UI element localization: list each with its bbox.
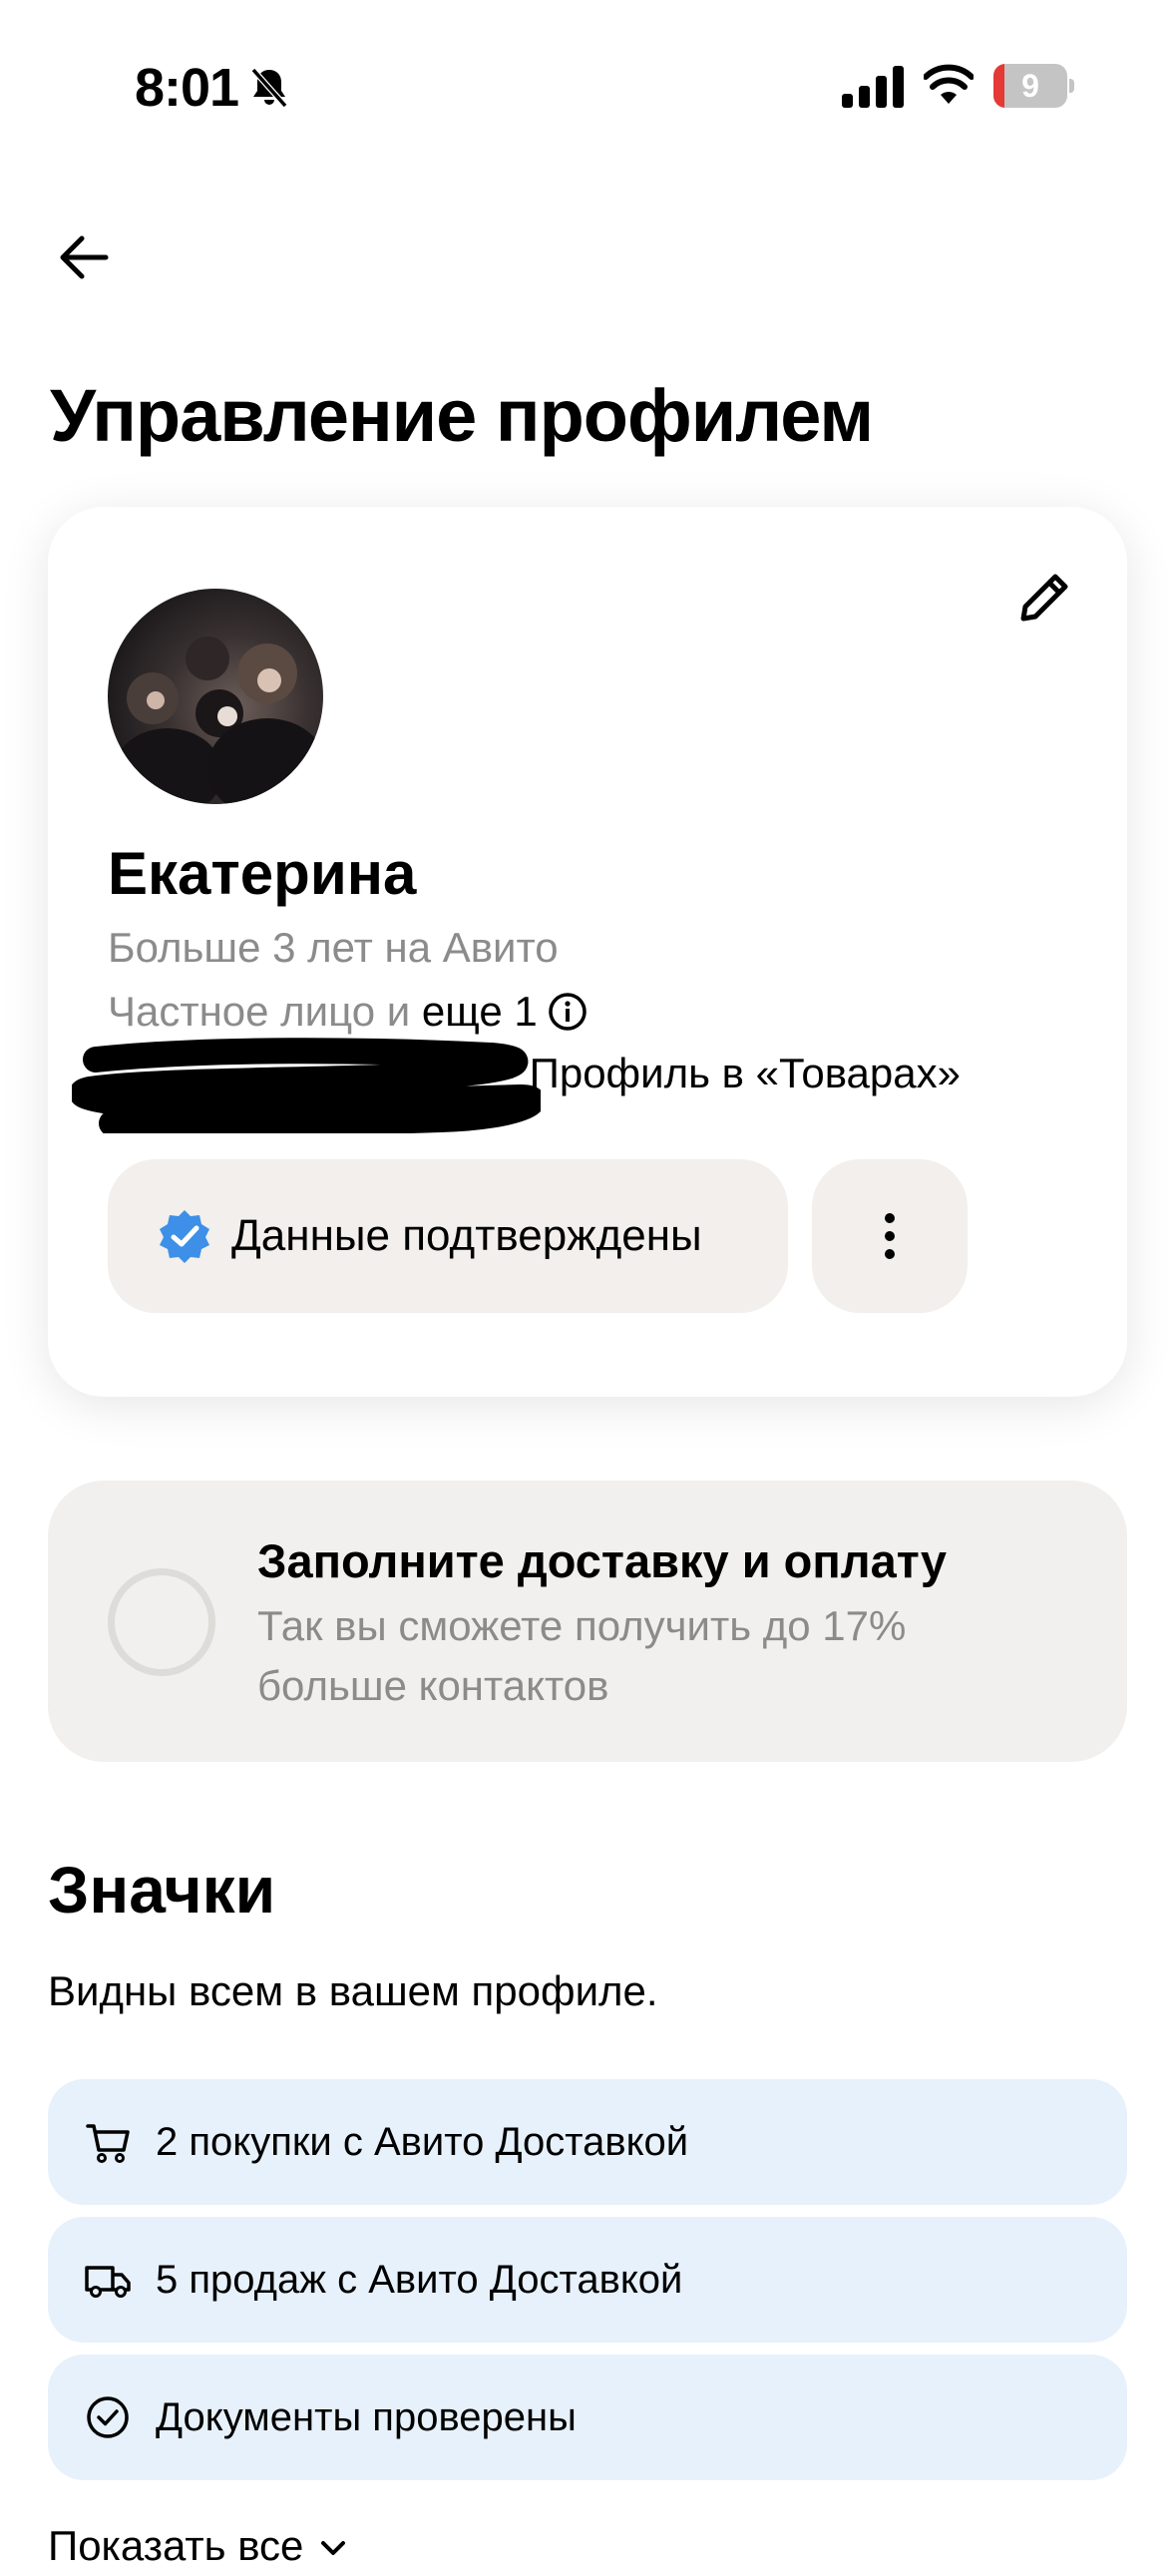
verified-data-button[interactable]: Данные подтверждены — [108, 1159, 788, 1313]
profile-type-more[interactable]: еще 1 — [422, 988, 538, 1035]
badge-label: Документы проверены — [156, 2394, 577, 2439]
cellular-signal-icon — [842, 66, 904, 108]
bell-muted-icon — [250, 68, 288, 108]
chevron-down-icon — [321, 2541, 346, 2555]
badge-label: 5 продаж с Авито Доставкой — [156, 2257, 683, 2302]
redaction-scribble — [72, 1038, 541, 1133]
pencil-icon[interactable] — [1013, 565, 1077, 629]
delivery-promo-title: Заполните доставку и оплату — [257, 1534, 948, 1587]
avatar[interactable] — [108, 589, 323, 804]
badge-item-documents[interactable]: Документы проверены — [48, 2355, 1127, 2480]
avatar-photo — [113, 637, 323, 804]
cart-icon — [86, 2124, 130, 2163]
profile-tenure: Больше 3 лет на Авито — [108, 924, 559, 971]
info-icon[interactable] — [548, 992, 588, 1032]
more-vertical-icon — [885, 1213, 895, 1259]
badge-item-purchases[interactable]: 2 покупки с Авито Доставкой — [48, 2079, 1127, 2205]
profile-type-prefix: Частное лицо и — [108, 988, 411, 1035]
back-arrow-icon[interactable] — [54, 227, 114, 287]
progress-ring-icon — [108, 1568, 215, 1676]
show-all-link[interactable]: Показать все — [48, 2516, 353, 2576]
battery-level: 9 — [1021, 68, 1039, 104]
truck-icon — [85, 2266, 131, 2298]
badges-section-subtitle: Видны всем в вашем профиле. — [48, 1967, 658, 2014]
profile-name: Екатерина — [108, 840, 417, 907]
badges-section-title: Значки — [48, 1853, 276, 1927]
wifi-icon — [924, 64, 974, 104]
status-time: 8:01 — [135, 58, 239, 118]
more-options-button[interactable] — [812, 1159, 968, 1313]
delivery-promo-text: Так вы сможете получить до 17% больше ко… — [257, 1602, 907, 1709]
show-all-label: Показать все — [48, 2522, 304, 2569]
profile-type[interactable]: Частное лицо и еще 1 — [108, 982, 588, 1042]
battery-indicator: 9 — [993, 64, 1075, 108]
verified-badge-icon — [160, 1210, 209, 1263]
page-title: Управление профилем — [50, 374, 874, 457]
verified-data-label: Данные подтверждены — [231, 1211, 702, 1260]
badge-label: 2 покупки с Авито Доставкой — [156, 2119, 689, 2164]
market-profile-link[interactable]: · Профиль в «Товарах» — [504, 1044, 961, 1103]
check-circle-icon — [87, 2396, 129, 2438]
badge-item-sales[interactable]: 5 продаж с Авито Доставкой — [48, 2217, 1127, 2343]
